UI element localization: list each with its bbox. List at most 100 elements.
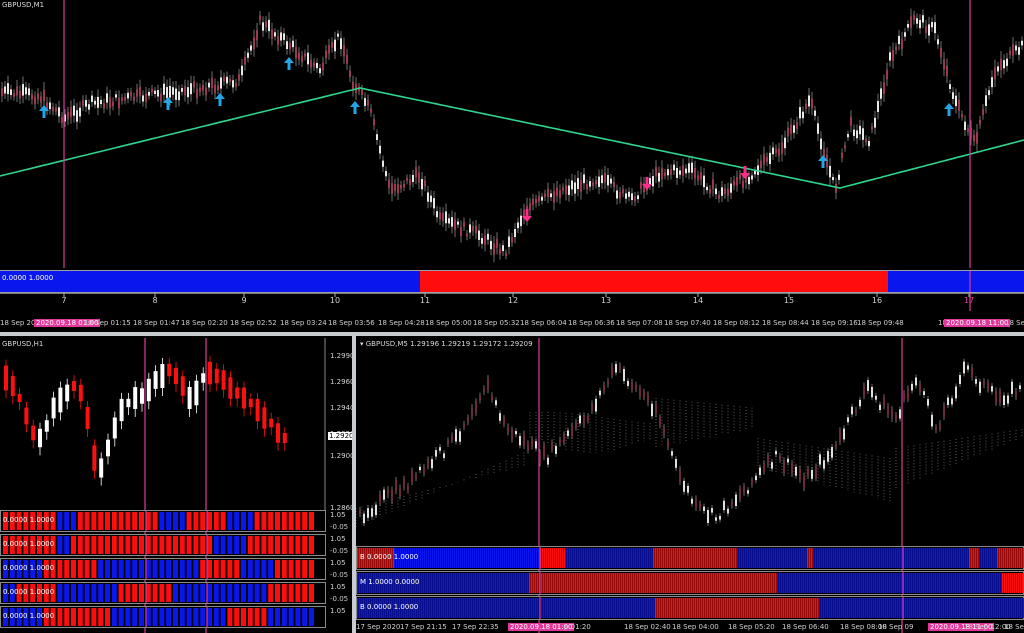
indicator-bar (437, 573, 439, 593)
indicator-bar (819, 548, 821, 568)
indicator-bar (517, 573, 519, 593)
indicator-bar (302, 512, 308, 530)
indicator-bar (825, 548, 827, 568)
h1-indicator-row[interactable]: 0.0000 1.0000 (0, 534, 326, 556)
m5-candle-body (459, 431, 461, 442)
h1-chart-pane[interactable]: GBPUSD,H1 1.29901.29601.29401.29201.2900… (0, 338, 352, 633)
h1-indicator-row[interactable]: 0.0000 1.0000 (0, 558, 326, 580)
indicator-bar (957, 598, 959, 618)
indicator-bar (599, 548, 601, 568)
horizontal-splitter[interactable] (0, 332, 1024, 336)
m1-candle-body (397, 184, 399, 194)
indicator-bar (907, 548, 909, 568)
indicator-bar (711, 598, 713, 618)
m1-candle-body (820, 138, 822, 150)
indicator-bar (733, 573, 735, 593)
indicator-bar (439, 573, 441, 593)
indicator-bar (179, 536, 185, 554)
indicator-bar (835, 548, 837, 568)
m5-candle-body (363, 513, 365, 524)
m5-candle-body (839, 430, 841, 442)
indicator-bar (877, 598, 879, 618)
m1-indicator-pane[interactable]: 0.0000 1.0000 (0, 270, 1024, 293)
indicator-bar (132, 512, 138, 530)
indicator-bar (803, 573, 805, 593)
indicator-bar (869, 598, 871, 618)
m5-indicator-row[interactable]: B 0.0000 1.0000 (356, 546, 1024, 570)
indicator-bar (607, 573, 609, 593)
indicator-bar (1009, 598, 1011, 618)
indicator-bar (937, 598, 939, 618)
indicator-bar (1001, 598, 1003, 618)
indicator-bar (64, 512, 70, 530)
indicator-bar (773, 598, 775, 618)
m5-candle-body (971, 367, 973, 378)
m5-indicator-row[interactable]: M 1.0000 0.0000 (356, 571, 1024, 595)
h1-indicator-row[interactable]: 0.0000 1.0000 (0, 606, 326, 628)
m5-candle-body (695, 498, 697, 508)
indicator-bar (421, 598, 423, 618)
h1-candle-body (180, 376, 185, 396)
indicator-bar (987, 598, 989, 618)
indicator-bar (484, 548, 486, 568)
indicator-bar (707, 598, 709, 618)
h1-candle-body (65, 384, 70, 402)
h1-candle-body (221, 370, 226, 390)
indicator-bar (448, 548, 450, 568)
indicator-bar (465, 598, 467, 618)
m1-candle-body (850, 116, 852, 126)
indicator-bar (583, 573, 585, 593)
indicator-bar (799, 573, 801, 593)
indicator-bar (953, 548, 955, 568)
indicator-bar (899, 598, 901, 618)
h1-indicator-row[interactable]: 0.0000 1.0000 (0, 510, 326, 532)
indicator-bar (463, 573, 465, 593)
time-axis-label: 18 Sep 08:12 (713, 319, 760, 327)
hour-label: 15 (784, 296, 794, 305)
m1-candle-body (907, 24, 909, 28)
m1-candle-body (673, 164, 675, 171)
m1-candle-body (796, 122, 798, 129)
h1-indicator-row[interactable]: 0.0000 1.0000 (0, 582, 326, 604)
indicator-bar (755, 598, 757, 618)
indicator-bar (508, 548, 510, 568)
m5-indicator-row[interactable]: B 0.0000 1.0000 (356, 596, 1024, 620)
indicator-bar (933, 548, 935, 568)
indicator-bar (955, 548, 957, 568)
indicator-bar (699, 548, 701, 568)
indicator-bar (777, 598, 779, 618)
m1-candle-body (259, 15, 261, 21)
m1-candle-body (784, 137, 786, 149)
m1-candle-body (388, 179, 390, 188)
m1-candle-body (1018, 47, 1020, 55)
m5-chart-pane[interactable]: ▾ GBPUSD,M5 1.29196 1.29219 1.29172 1.29… (356, 338, 1024, 633)
m1-candle-body (418, 172, 420, 183)
m5-candle-body (359, 509, 361, 515)
indicator-bar (999, 573, 1001, 593)
m5-candle-body (687, 485, 689, 493)
indicator-bar (757, 598, 759, 618)
m1-candle-body (103, 103, 105, 109)
indicator-bar (913, 598, 915, 618)
indicator-bar (787, 573, 789, 593)
m5-candle-body (643, 391, 645, 398)
m1-candle-body (274, 32, 276, 37)
indicator-bar (139, 536, 144, 554)
m1-chart-pane[interactable]: GBPUSD,M1 (0, 0, 1024, 268)
indicator-bar (431, 598, 433, 618)
m1-candle-body (616, 190, 618, 199)
indicator-bar (815, 548, 817, 568)
m1-candle-body (805, 103, 807, 109)
h1-candle-body (153, 371, 158, 389)
m5-candle-body (815, 466, 817, 479)
m1-candle-body (430, 195, 432, 203)
indicator-bar (661, 573, 663, 593)
indicator-bar (691, 573, 693, 593)
m1-candle-body (685, 168, 687, 174)
indicator-bar (629, 598, 631, 618)
indicator-bar (455, 598, 457, 618)
indicator-bar (513, 598, 515, 618)
m1-candle-body (913, 15, 915, 21)
m5-candle-body (483, 388, 485, 392)
indicator-bar (295, 512, 301, 530)
